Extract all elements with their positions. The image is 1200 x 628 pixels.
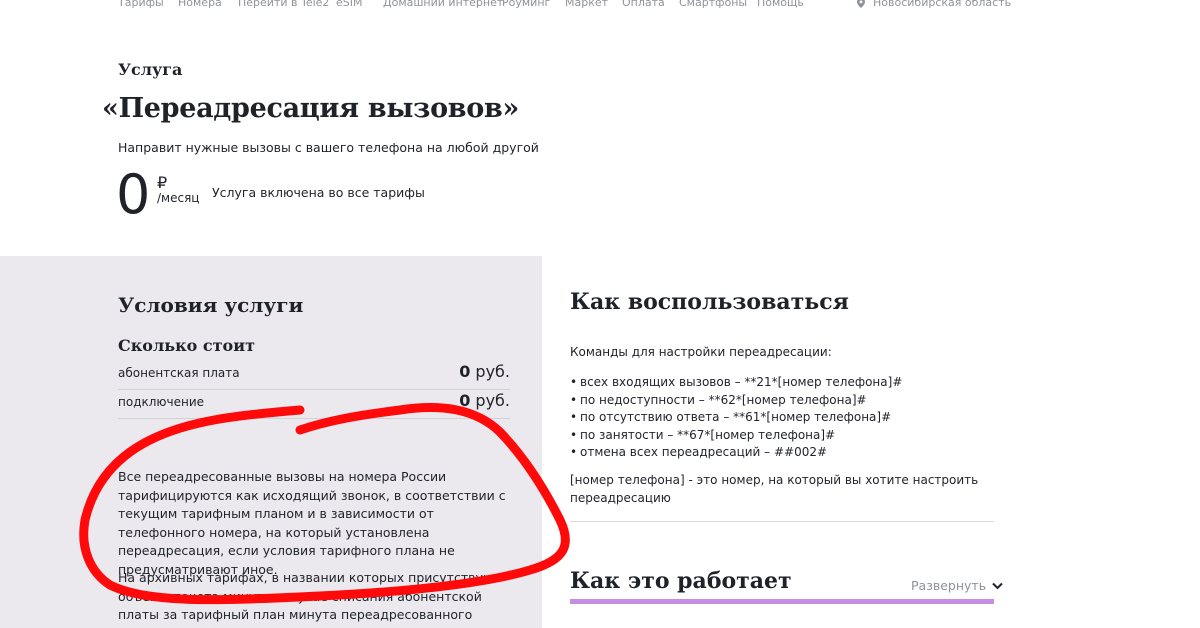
conditions-title: Условия услуги: [118, 293, 304, 317]
list-item: всех входящих вызовов – **21*[номер теле…: [570, 374, 902, 392]
cost-row-connection: подключение 0 руб.: [118, 391, 510, 419]
nav-item-switch-to-tele2[interactable]: Перейти в Tele2: [238, 0, 329, 9]
nav-item-help[interactable]: Помощь: [757, 0, 804, 9]
nav-item-home-internet[interactable]: Домашний интернет: [383, 0, 503, 9]
commands-list: всех входящих вызовов – **21*[номер теле…: [570, 374, 902, 462]
price-value: 0: [116, 163, 151, 226]
region-label: Новосибирская область: [873, 0, 1012, 9]
price-note: Услуга включена во все тарифы: [212, 185, 425, 200]
nav-item-payment[interactable]: Оплата: [622, 0, 665, 9]
top-navigation: Тарифы Номера Перейти в Tele2 eSIM Домаш…: [0, 0, 1200, 12]
list-item: отмена всех переадресаций – ##002#: [570, 444, 902, 462]
cost-label: абонентская плата: [118, 366, 240, 380]
chevron-down-icon: [992, 582, 1003, 589]
how-to-use-title: Как воспользоваться: [570, 289, 849, 315]
cost-title: Сколько стоит: [118, 336, 256, 355]
list-item: по отсутствию ответа – **61*[номер телеф…: [570, 409, 902, 427]
price-period: /месяц: [157, 191, 200, 205]
cost-row-subscription: абонентская плата 0 руб.: [118, 362, 510, 390]
nav-item-numbers[interactable]: Номера: [178, 0, 222, 9]
price-currency: ₽: [157, 173, 168, 192]
tarif-paragraph: Все переадресованные вызовы на номера Ро…: [118, 469, 506, 577]
expand-button[interactable]: Развернуть: [911, 578, 1003, 593]
how-it-works-title: Как это работает: [570, 568, 792, 594]
cost-value: 0 руб.: [459, 362, 510, 381]
cost-label: подключение: [118, 395, 205, 409]
phone-number-note: [номер телефона] - это номер, на который…: [570, 473, 979, 505]
page-title: «Переадресация вызовов»: [102, 93, 519, 124]
service-description: Направит нужные вызовы с вашего телефона…: [118, 140, 539, 155]
region-selector[interactable]: Новосибирская область: [857, 0, 1011, 9]
nav-item-roaming[interactable]: Роуминг: [502, 0, 550, 9]
list-item: по недоступности – **62*[номер телефона]…: [570, 392, 902, 410]
map-pin-icon: [857, 0, 865, 8]
expand-label: Развернуть: [911, 578, 987, 593]
nav-item-market[interactable]: Маркет: [565, 0, 608, 9]
archive-tarif-paragraph: На архивных тарифах, в названии которых …: [118, 570, 501, 628]
nav-item-smartphones[interactable]: Смартфоны: [679, 0, 747, 9]
accent-underline: [570, 599, 994, 604]
service-kicker: Услуга: [118, 60, 183, 79]
list-item: по занятости – **67*[номер телефона]#: [570, 427, 902, 445]
divider: [570, 521, 994, 522]
nav-item-esim[interactable]: eSIM: [336, 0, 363, 9]
commands-intro: Команды для настройки переадресации:: [570, 345, 832, 359]
nav-item-tariffs[interactable]: Тарифы: [118, 0, 164, 9]
cost-value: 0 руб.: [459, 391, 510, 410]
